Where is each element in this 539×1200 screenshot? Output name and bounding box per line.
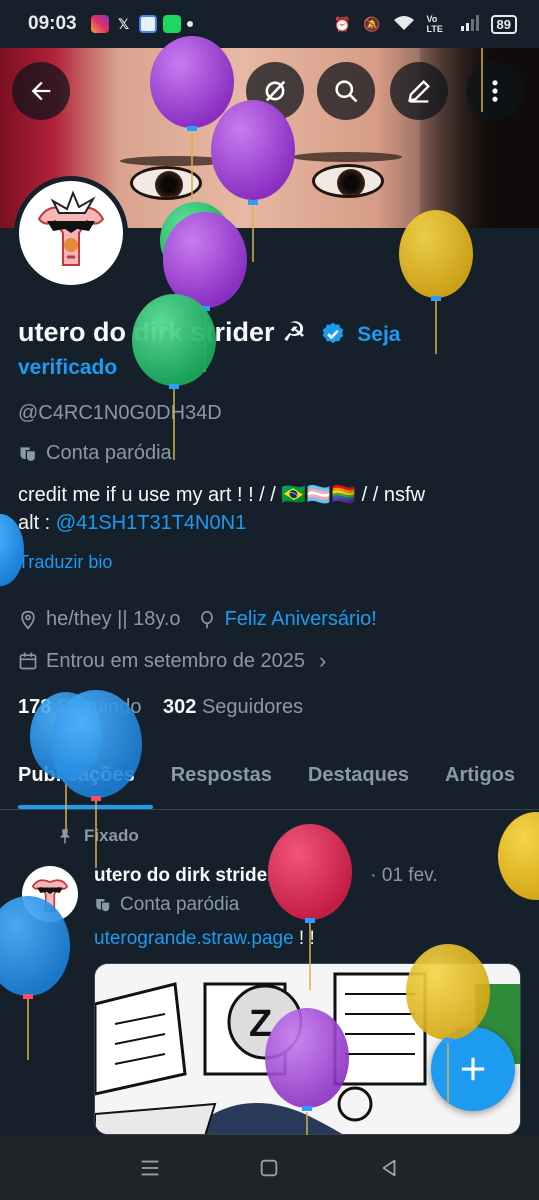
post-text-suffix: ! ! [293, 928, 315, 949]
back-arrow-icon [31, 81, 51, 101]
chevron-right-icon: › [319, 648, 327, 673]
location-text: he/they || 18y.o [46, 608, 181, 630]
profile-name-line: utero do dirk strider ☭ Seja [18, 312, 523, 355]
banner-brow-right [292, 152, 402, 162]
back-button[interactable] [12, 62, 70, 120]
x-app-icon: 𝕏 [114, 15, 133, 33]
search-button[interactable] [317, 62, 375, 120]
compose-button[interactable] [431, 1027, 515, 1111]
more-vertical-icon [492, 80, 498, 102]
avatar-drawing [37, 190, 105, 266]
parody-label: Conta paródia [18, 442, 172, 465]
theater-masks-icon [20, 446, 37, 462]
mute-icon: 🔕 [363, 15, 381, 32]
post-author-avatar[interactable] [22, 866, 78, 922]
edit-button[interactable] [390, 62, 448, 120]
grok-icon [265, 80, 286, 102]
followers-label: Seguidores [201, 696, 304, 718]
pinned-label: Fixado [56, 826, 139, 846]
banner-eye-left [130, 166, 202, 200]
pin-icon [59, 829, 71, 844]
post-parody-text: Conta paródia [120, 894, 240, 915]
more-button[interactable] [466, 62, 524, 120]
notification-icons: 𝕏 [90, 15, 193, 33]
status-bar: 09:03 𝕏 ⏰ 🔕 Vo LTE 89 [0, 0, 539, 48]
banner-brow-left [120, 156, 230, 166]
post-date: · 01 fev. [370, 865, 438, 886]
parody-text: Conta paródia [46, 442, 172, 464]
follow-counts: 178 Seguindo 302 Seguidores [18, 696, 303, 719]
edit-icon [408, 80, 430, 103]
location-pin-icon [21, 610, 35, 630]
bio-alt-prefix: alt : [18, 512, 56, 534]
following-label: Seguindo [56, 696, 142, 718]
grok-button[interactable] [246, 62, 304, 120]
verify-prompt-link[interactable]: Seja [357, 323, 400, 346]
plus-icon [461, 1057, 485, 1081]
recent-apps-icon[interactable] [139, 1157, 161, 1179]
pinned-text: Fixado [84, 826, 139, 845]
alarm-icon: ⏰ [333, 15, 352, 32]
bio-line-1: credit me if u use my art ! ! / / 🇧🇷🏳️‍⚧… [18, 484, 426, 506]
verify-prompt-link-2[interactable]: verificado [18, 356, 117, 380]
banner-eye-right [312, 164, 384, 198]
followers-link[interactable]: 302 Seguidores [163, 696, 303, 718]
profile-meta-row: he/they || 18y.o Feliz Aniversário! [18, 608, 377, 631]
post-header: utero do dirk strider ☭ @C... · 01 fev. [94, 864, 524, 887]
status-right: ⏰ 🔕 Vo LTE 89 [334, 14, 517, 34]
post-media-letter: Z [249, 1003, 272, 1045]
status-time: 09:03 [28, 13, 77, 34]
tab-artigos[interactable]: Artigos [427, 748, 533, 809]
followers-count: 302 [163, 696, 197, 718]
post-author-name[interactable]: utero do dirk strider ☭ [94, 865, 297, 886]
verified-badge-icon[interactable] [320, 321, 346, 347]
following-link[interactable]: 178 Seguindo [18, 696, 141, 718]
post-avatar-drawing [31, 879, 69, 913]
instagram-icon [90, 15, 109, 33]
bio-line-2: alt : @41SH1T31T4N0N1 [18, 512, 246, 535]
calendar-icon [19, 652, 37, 670]
birthday-link[interactable]: Feliz Aniversário! [225, 608, 377, 631]
balloon-blue-4 [0, 896, 70, 1060]
profile-handle: @C4RC1N0G0DH34D [18, 402, 222, 424]
tab-destaques[interactable]: Destaques [290, 748, 427, 809]
joined-row[interactable]: Entrou em setembro de 2025 › [18, 648, 326, 674]
joined-text: Entrou em setembro de 2025 [46, 649, 306, 672]
system-nav-bar [0, 1135, 539, 1200]
dot-icon [186, 21, 193, 27]
system-back-icon[interactable] [378, 1157, 400, 1179]
post-link[interactable]: uterogrande.straw.page [94, 928, 294, 949]
search-icon [335, 80, 358, 103]
post-parody-label: Conta paródia [94, 894, 239, 916]
signal-icon [460, 14, 479, 34]
battery-indicator: 89 [490, 14, 517, 34]
wifi-icon [393, 15, 415, 34]
calendar-app-icon [138, 15, 157, 33]
green-app-icon [162, 15, 181, 33]
balloon-icon [200, 610, 213, 628]
post-author-handle: @C... [302, 865, 351, 886]
display-name: utero do dirk strider ☭ [18, 317, 307, 347]
tab-respostas[interactable]: Respostas [153, 748, 290, 809]
post-text: uterogrande.straw.page ! ! [94, 928, 315, 950]
home-icon[interactable] [258, 1157, 280, 1179]
tab-publicacoes[interactable]: Publicações [0, 748, 153, 809]
profile-avatar[interactable] [14, 176, 128, 290]
following-count: 178 [18, 696, 52, 718]
profile-tabs: Publicações Respostas Destaques Artigos [0, 748, 539, 810]
bio-alt-link[interactable]: @41SH1T31T4N0N1 [56, 512, 246, 534]
network-label: Vo LTE [426, 14, 443, 34]
translate-bio-link[interactable]: Traduzir bio [18, 552, 112, 573]
theater-masks-icon [96, 899, 111, 913]
